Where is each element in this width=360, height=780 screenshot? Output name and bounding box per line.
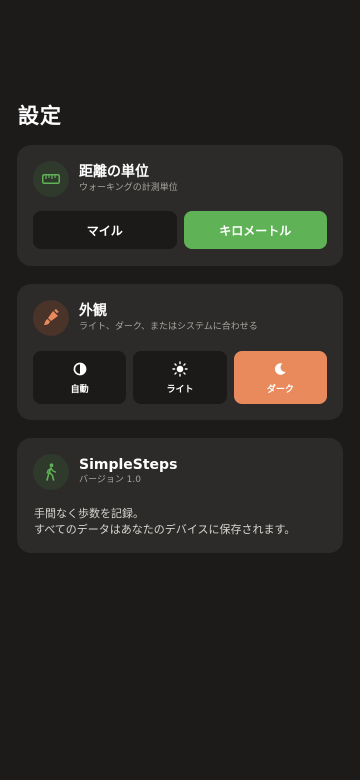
app-description: 手間なく歩数を記録。 すべてのデータはあなたのデバイスに保存されます。 [34, 506, 295, 538]
sun-icon [172, 360, 188, 377]
about-card: SimpleSteps バージョン 1.0 手間なく歩数を記録。 すべてのデータ… [17, 438, 343, 553]
page-title: 設定 [18, 104, 62, 128]
appearance-card: 外観 ライト、ダーク、またはシステムに合わせる 自動 ライト ダーク [17, 284, 343, 420]
distance-unit-selector: マイル キロメートル [33, 211, 327, 249]
miles-button[interactable]: マイル [33, 211, 177, 249]
app-description-line-1: 手間なく歩数を記録。 [34, 507, 144, 520]
walking-figure-icon [33, 454, 69, 490]
theme-auto-button[interactable]: 自動 [33, 351, 127, 404]
distance-unit-header: 距離の単位 ウォーキングの計測単位 [33, 161, 178, 197]
ruler-icon [33, 161, 69, 197]
about-header: SimpleSteps バージョン 1.0 [33, 454, 177, 490]
app-name: SimpleSteps [79, 457, 178, 473]
theme-dark-button[interactable]: ダーク [233, 351, 327, 404]
theme-auto-label: 自動 [70, 384, 89, 395]
moon-icon [273, 361, 287, 377]
theme-light-label: ライト [166, 384, 194, 395]
paintbrush-icon [33, 300, 69, 336]
app-version: バージョン 1.0 [79, 475, 141, 485]
appearance-title: 外観 [79, 303, 107, 319]
distance-unit-title: 距離の単位 [79, 164, 149, 180]
appearance-header: 外観 ライト、ダーク、またはシステムに合わせる [33, 300, 258, 336]
appearance-selector: 自動 ライト ダーク [33, 351, 327, 404]
circle-half-icon [73, 361, 87, 377]
kilometers-button[interactable]: キロメートル [183, 211, 327, 249]
distance-unit-subtitle: ウォーキングの計測単位 [79, 183, 178, 193]
theme-dark-label: ダーク [266, 384, 294, 395]
theme-light-button[interactable]: ライト [133, 351, 227, 404]
appearance-subtitle: ライト、ダーク、またはシステムに合わせる [79, 322, 258, 332]
distance-unit-card: 距離の単位 ウォーキングの計測単位 マイル キロメートル [17, 145, 343, 266]
app-description-line-2: すべてのデータはあなたのデバイスに保存されます。 [34, 523, 296, 536]
